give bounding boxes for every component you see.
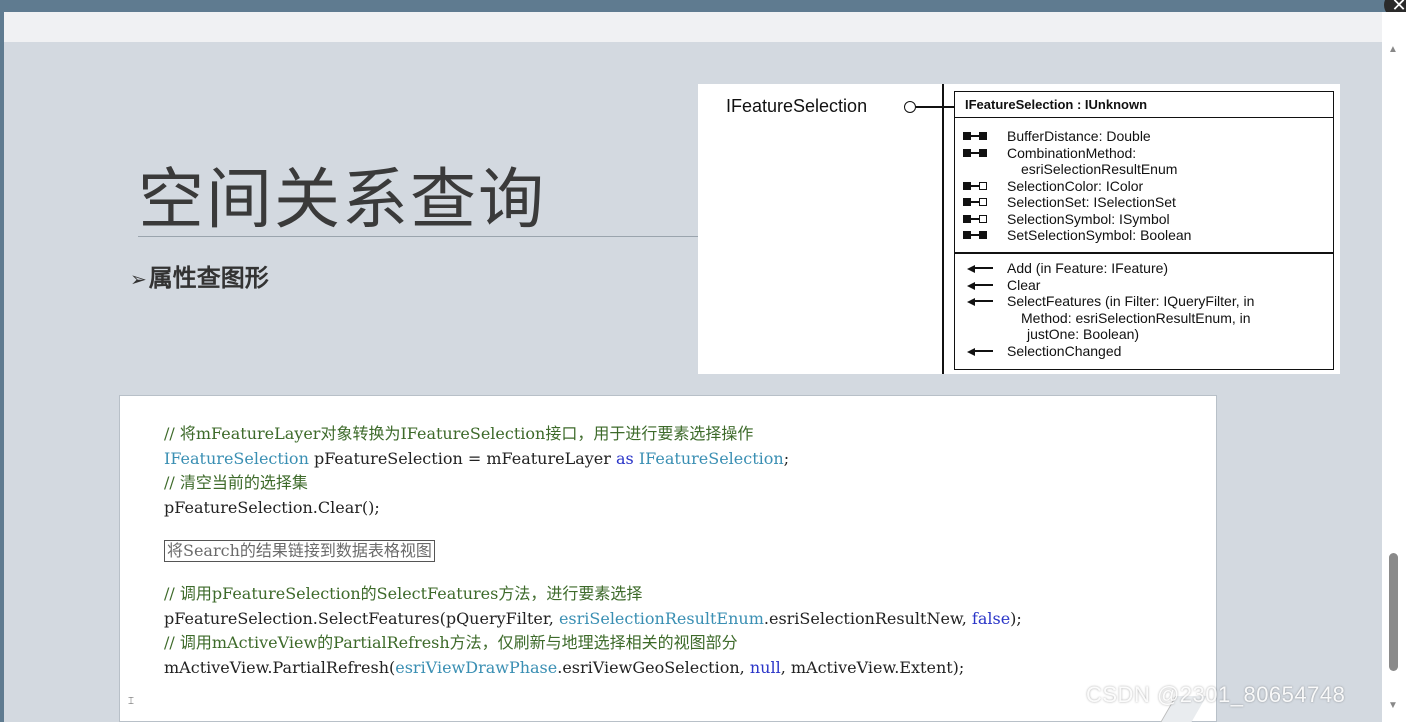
code-comment: // 调用pFeatureSelection的SelectFeatures方法，…	[164, 584, 643, 603]
code-text: .esriViewGeoSelection,	[557, 657, 750, 677]
uml-property: BufferDistance: Double	[955, 128, 1333, 145]
uml-method: Method: esriSelectionResultEnum, in	[955, 310, 1333, 327]
uml-property: CombinationMethod:	[955, 145, 1333, 162]
code-line: pFeatureSelection.Clear();	[164, 496, 1022, 521]
uml-method: SelectFeatures (in Filter: IQueryFilter,…	[955, 293, 1333, 310]
uml-method-text: SelectFeatures (in Filter: IQueryFilter,…	[1007, 293, 1255, 309]
code-text: , mActiveView.Extent);	[780, 657, 965, 677]
uml-properties: BufferDistance: Double CombinationMethod:…	[955, 128, 1333, 244]
read-only-property-icon	[963, 198, 993, 207]
code-keyword: as	[616, 448, 634, 468]
window-top-bar	[0, 0, 1406, 12]
code-keyword: false	[971, 608, 1011, 628]
code-type: esriSelectionResultEnum	[558, 608, 764, 628]
uml-method-text: Clear	[1007, 276, 1041, 293]
code-text: pFeatureSelection = mFeatureLayer	[308, 448, 616, 468]
read-write-property-icon	[963, 148, 993, 158]
code-line: IFeatureSelection pFeatureSelection = mF…	[164, 447, 1022, 472]
method-arrow-icon	[963, 297, 993, 306]
code-type: IFeatureSelection	[638, 448, 784, 468]
window-left-edge	[0, 0, 4, 722]
method-arrow-icon	[963, 264, 993, 273]
uml-method: Add (in Feature: IFeature)	[955, 260, 1333, 277]
search-result-link-box: 将Search的结果链接到数据表格视图	[164, 540, 435, 562]
method-arrow-icon	[963, 281, 993, 290]
uml-property-text: CombinationMethod:	[1007, 144, 1137, 161]
bullet-arrow-icon: ➢	[130, 267, 147, 291]
code-text: mActiveView.PartialRefresh(	[164, 657, 396, 677]
uml-method-text: justOne: Boolean)	[1027, 326, 1140, 342]
method-arrow-icon	[963, 347, 993, 356]
scroll-down-icon[interactable]: ▼	[1388, 700, 1398, 711]
interface-name: IFeatureSelection	[726, 96, 868, 116]
code-text: .esriSelectionResultNew,	[763, 608, 972, 628]
uml-property-text: SetSelectionSymbol: Boolean	[1007, 227, 1192, 243]
uml-property-text: esriSelectionResultEnum	[1021, 161, 1178, 177]
code-text: ;	[783, 448, 790, 468]
code-line: // 将mFeatureLayer对象转换为IFeatureSelection接…	[164, 422, 1022, 447]
code-keyword: null	[749, 657, 781, 677]
uml-property-text: BufferDistance: Double	[1007, 128, 1151, 144]
code-comment: // 清空当前的选择集	[164, 473, 308, 492]
uml-property: SelectionSymbol: ISymbol	[955, 211, 1333, 228]
uml-interface-diagram: IFeatureSelection IFeatureSelection : IU…	[698, 84, 1340, 374]
read-only-property-icon	[963, 181, 993, 191]
uml-property: SelectionSet: ISelectionSet	[955, 194, 1333, 211]
code-comment: // 调用mActiveView的PartialRefresh方法，仅刷新与地理…	[164, 633, 738, 652]
read-write-property-icon	[963, 231, 993, 240]
uml-property-text: SelectionSet: ISelectionSet	[1007, 194, 1176, 210]
interface-lollipop-icon	[904, 101, 916, 113]
uml-section-divider	[955, 252, 1333, 254]
code-text: );	[1010, 608, 1022, 628]
slide-top-strip	[4, 12, 1382, 42]
text-cursor-icon: ⌶	[128, 696, 134, 707]
code-line: pFeatureSelection.SelectFeatures(pQueryF…	[164, 607, 1022, 632]
scrollbar-thumb[interactable]	[1389, 553, 1398, 671]
uml-class-box: IFeatureSelection : IUnknown BufferDista…	[954, 91, 1334, 370]
code-block: // 将mFeatureLayer对象转换为IFeatureSelection接…	[164, 422, 1022, 680]
code-comment: // 将mFeatureLayer对象转换为IFeatureSelection接…	[164, 424, 754, 443]
uml-class-header: IFeatureSelection : IUnknown	[955, 92, 1333, 118]
uml-method-text: Add (in Feature: IFeature)	[1007, 260, 1169, 276]
code-text: pFeatureSelection.SelectFeatures(pQueryF…	[164, 608, 559, 628]
interface-connector	[916, 106, 954, 108]
slide-subtitle: ➢属性查图形	[130, 258, 269, 293]
uml-property-text: SelectionSymbol: ISymbol	[1007, 210, 1170, 227]
code-type: IFeatureSelection	[164, 448, 309, 468]
uml-method-text: Method: esriSelectionResultEnum, in	[1021, 309, 1251, 326]
code-line: // 调用pFeatureSelection的SelectFeatures方法，…	[164, 582, 1022, 607]
watermark: CSDN @2301_80654748	[1086, 682, 1346, 707]
uml-method: justOne: Boolean)	[955, 326, 1333, 343]
uml-method: SelectionChanged	[955, 343, 1333, 360]
scroll-up-icon[interactable]: ▲	[1388, 44, 1398, 55]
code-line: mActiveView.PartialRefresh(esriViewDrawP…	[164, 656, 1022, 681]
code-panel: // 将mFeatureLayer对象转换为IFeatureSelection接…	[119, 395, 1217, 722]
uml-divider-line	[942, 84, 944, 374]
uml-property: SetSelectionSymbol: Boolean	[955, 227, 1333, 244]
uml-methods: Add (in Feature: IFeature) Clear SelectFea…	[955, 260, 1333, 359]
code-type: esriViewDrawPhase	[395, 657, 558, 677]
uml-method-text: SelectionChanged	[1007, 342, 1122, 359]
code-line: // 调用mActiveView的PartialRefresh方法，仅刷新与地理…	[164, 631, 1022, 656]
code-line: // 清空当前的选择集	[164, 471, 1022, 496]
code-text: pFeatureSelection.Clear();	[164, 497, 380, 517]
uml-property: SelectionColor: IColor	[955, 178, 1333, 195]
read-write-property-icon	[963, 132, 993, 141]
subtitle-text: 属性查图形	[148, 264, 269, 292]
read-only-property-icon	[963, 214, 993, 224]
uml-property-text: SelectionColor: IColor	[1007, 177, 1144, 194]
uml-method: Clear	[955, 277, 1333, 294]
title-divider	[138, 236, 700, 237]
slide-title: 空间关系查询	[138, 161, 546, 238]
uml-property: esriSelectionResultEnum	[955, 161, 1333, 178]
